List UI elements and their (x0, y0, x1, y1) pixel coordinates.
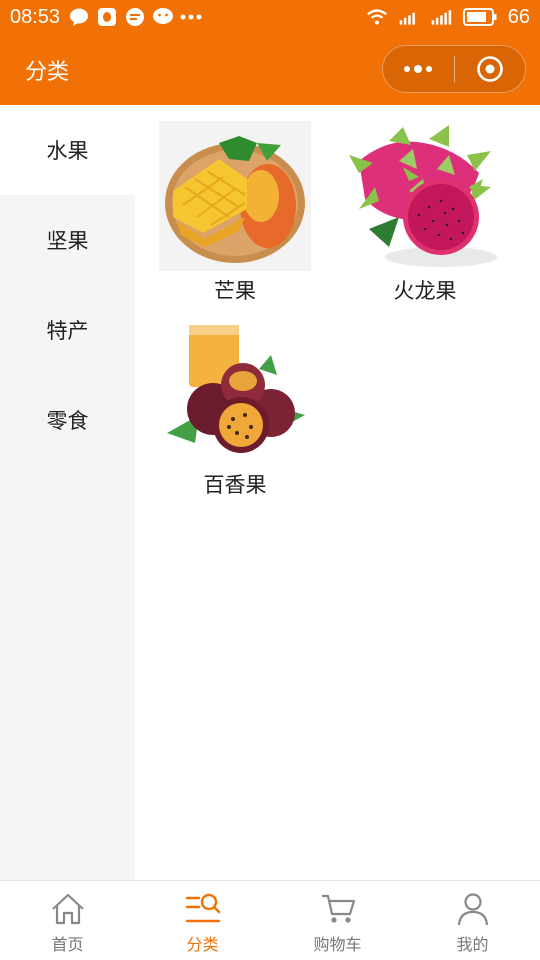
tab-home[interactable]: 首页 (0, 881, 135, 960)
product-grid: 芒果 火龙果 百香果 (135, 105, 540, 880)
sidebar-item-label: 水果 (46, 139, 89, 163)
sidebar-item-label: 坚果 (46, 229, 89, 253)
cart-icon (320, 891, 356, 927)
product-image-mango[interactable] (159, 121, 311, 271)
nav-bar: 分类 (0, 34, 540, 105)
message-icon (124, 6, 146, 28)
user-icon (455, 891, 491, 927)
product-name: 火龙果 (393, 279, 457, 303)
sidebar-item-label: 零食 (46, 409, 89, 433)
product-image-dragon-fruit[interactable] (349, 121, 501, 271)
sidebar-item-snacks[interactable]: 零食 (0, 375, 135, 465)
product-image-passion-fruit[interactable] (159, 315, 311, 465)
battery-level: 66 (507, 5, 530, 28)
sidebar-item-fruit[interactable]: 水果 (0, 105, 135, 195)
miniprogram-capsule (382, 45, 526, 93)
sidebar-item-specialty[interactable]: 特产 (0, 285, 135, 375)
tab-mine[interactable]: 我的 (405, 881, 540, 960)
sidebar-item-nuts[interactable]: 坚果 (0, 195, 135, 285)
sidebar-item-label: 特产 (46, 319, 89, 343)
more-dots-icon (404, 65, 433, 73)
product-card-dragon-fruit[interactable]: 火龙果 (345, 121, 505, 305)
target-circle-icon (476, 56, 503, 82)
tab-label: 购物车 (313, 935, 362, 954)
tab-label: 首页 (51, 935, 84, 954)
qq-icon (96, 6, 118, 28)
wechat-icon (152, 6, 174, 28)
product-name: 芒果 (214, 279, 256, 303)
bottom-tab-bar: 首页 分类 购物车 我的 (0, 880, 540, 960)
status-time: 08:53 (10, 5, 61, 28)
more-dots-icon (180, 6, 202, 28)
tab-label: 我的 (456, 935, 489, 954)
product-card-passion-fruit[interactable]: 百香果 (155, 315, 315, 499)
wifi-icon (366, 6, 388, 28)
tab-label: 分类 (186, 935, 219, 954)
status-bar: 08:53 66 (0, 0, 540, 34)
chat-icon (68, 6, 90, 28)
tab-category[interactable]: 分类 (135, 881, 270, 960)
tab-cart[interactable]: 购物车 (270, 881, 405, 960)
capsule-more-button[interactable] (383, 46, 454, 92)
category-sidebar: 水果 坚果 特产 零食 (0, 105, 135, 880)
home-icon (50, 891, 86, 927)
product-card-mango[interactable]: 芒果 (155, 121, 315, 305)
capsule-close-button[interactable] (455, 46, 526, 92)
signal-3g-icon (398, 6, 420, 28)
product-name: 百香果 (203, 473, 267, 497)
battery-icon (462, 6, 498, 28)
signal-icon (430, 6, 452, 28)
page-title: 分类 (25, 60, 70, 85)
category-icon (185, 891, 221, 927)
